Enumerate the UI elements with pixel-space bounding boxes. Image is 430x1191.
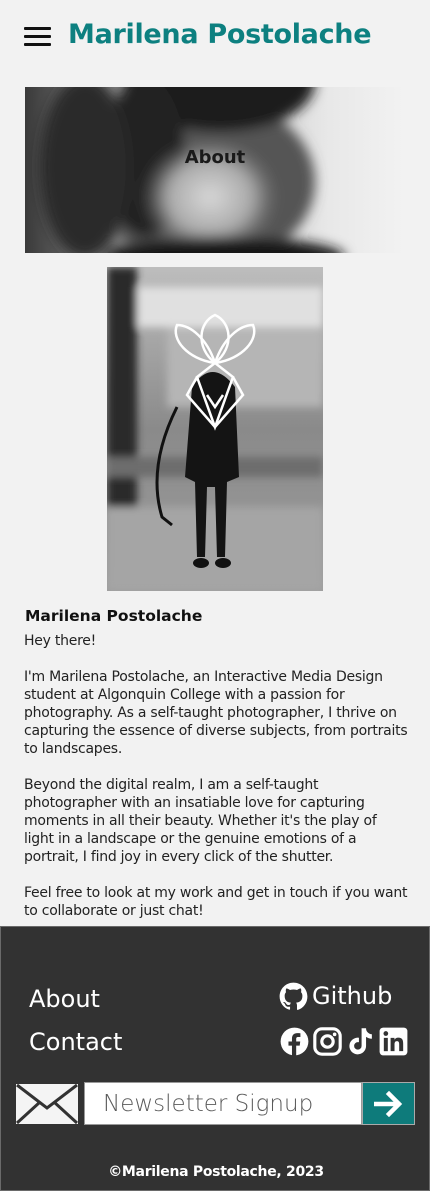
bio-paragraph: Feel free to look at my work and get in …	[24, 885, 408, 919]
site-header: Marilena Postolache	[0, 0, 430, 75]
site-title[interactable]: Marilena Postolache	[68, 19, 372, 50]
footer-link-about[interactable]: About	[29, 985, 100, 1013]
bio-name: Marilena Postolache	[25, 607, 203, 625]
instagram-icon[interactable]	[313, 1026, 342, 1056]
portrait-photo	[107, 267, 323, 591]
github-link[interactable]: Github	[279, 980, 392, 1012]
site-footer: About Contact Github ©Marile	[0, 926, 430, 1191]
linkedin-icon[interactable]	[379, 1027, 408, 1056]
mail-icon	[14, 1082, 80, 1126]
bio-greeting: Hey there!	[24, 633, 97, 649]
github-label: Github	[312, 982, 393, 1010]
github-icon	[279, 982, 308, 1010]
footer-link-contact[interactable]: Contact	[29, 1028, 122, 1056]
hero-banner: About	[25, 87, 405, 253]
copyright-text: ©Marilena Postolache, 2023	[108, 1164, 324, 1180]
facebook-icon[interactable]	[280, 1027, 309, 1056]
newsletter-submit-button[interactable]	[362, 1082, 415, 1125]
arrow-right-icon	[374, 1091, 403, 1117]
hero-title: About	[184, 147, 246, 168]
tiktok-icon[interactable]	[346, 1027, 375, 1056]
newsletter-email-input[interactable]	[84, 1082, 362, 1125]
social-links	[280, 1026, 408, 1056]
bio-paragraph: Beyond the digital realm, I am a self-ta…	[24, 777, 377, 865]
bio-paragraph: I'm Marilena Postolache, an Interactive …	[24, 669, 408, 757]
hero-photo	[25, 87, 405, 253]
hamburger-menu-icon[interactable]	[24, 27, 51, 47]
